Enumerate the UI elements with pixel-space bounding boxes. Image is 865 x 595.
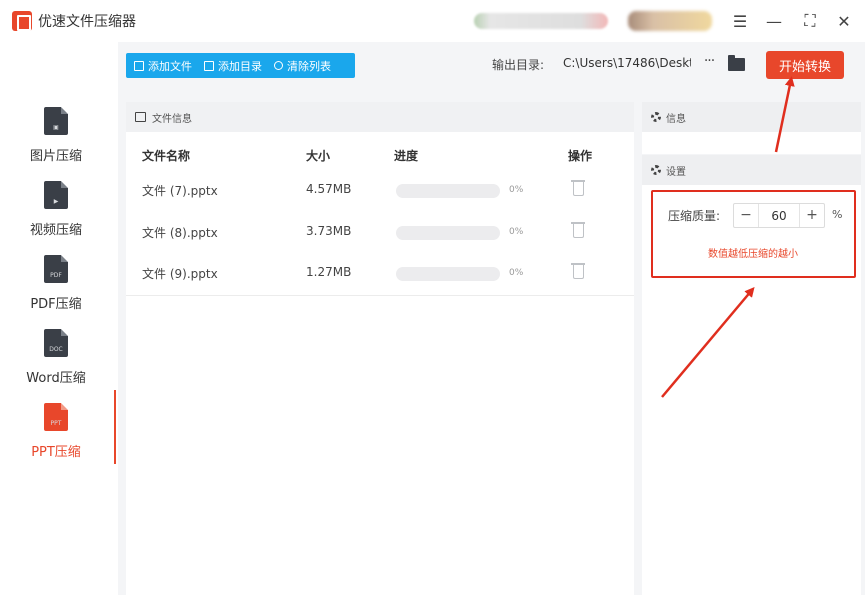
sidebar-item-pdf[interactable]: PDF PDF压缩 — [0, 255, 112, 325]
file-toolbar: 添加文件 添加目录 清除列表 — [126, 53, 355, 78]
output-dir-label: 输出目录: — [492, 58, 545, 72]
file-name: 文件 (9).pptx — [142, 267, 218, 281]
app-logo-icon — [12, 11, 32, 31]
add-folder-button[interactable]: 添加目录 — [204, 58, 262, 74]
folder-outline-icon — [204, 60, 214, 71]
file-name: 文件 (8).pptx — [142, 226, 218, 240]
sidebar-item-label: PDF压缩 — [30, 297, 82, 312]
more-icon[interactable]: ··· — [701, 53, 717, 73]
video-file-icon: ▶ — [44, 181, 68, 209]
minimize-icon[interactable]: — — [763, 10, 785, 32]
progress-text: 0% — [509, 268, 524, 278]
sidebar-item-label: Word压缩 — [26, 371, 86, 386]
column-header-action: 操作 — [568, 149, 593, 163]
clear-icon — [274, 61, 283, 70]
menu-icon[interactable]: ☰ — [729, 10, 751, 32]
sidebar-item-label: 图片压缩 — [29, 149, 82, 164]
user-avatar-blurred[interactable] — [628, 11, 712, 31]
file-name: 文件 (7).pptx — [142, 184, 218, 198]
progress-text: 0% — [509, 185, 524, 195]
pdf-file-icon: PDF — [44, 255, 68, 283]
progress-bar — [396, 226, 500, 240]
progress-bar — [396, 267, 500, 281]
open-folder-icon[interactable] — [728, 55, 745, 71]
column-header-size: 大小 — [306, 149, 331, 163]
add-file-icon — [134, 60, 144, 71]
output-dir-path[interactable]: C:\Users\17486\Deskto — [563, 56, 691, 70]
gear-icon — [651, 112, 661, 122]
user-info-blurred[interactable] — [474, 13, 608, 29]
gear-icon — [651, 165, 661, 175]
sidebar-item-video[interactable]: ▶ 视频压缩 — [0, 181, 112, 251]
word-file-icon: DOC — [44, 329, 68, 357]
info-panel-body — [642, 132, 861, 154]
trash-icon[interactable] — [571, 263, 585, 279]
sidebar-active-indicator — [114, 390, 116, 464]
title-bar: 优速文件压缩器 ☰ — ⛶ ✕ — [0, 0, 865, 42]
app-title: 优速文件压缩器 — [38, 14, 136, 30]
table-row: 文件 (8).pptx 3.73MB 0% — [126, 212, 634, 253]
table-row: 文件 (7).pptx 4.57MB 0% — [126, 170, 634, 211]
sidebar-item-word[interactable]: DOC Word压缩 — [0, 329, 112, 399]
image-file-icon: ▣ — [44, 107, 68, 135]
progress-text: 0% — [509, 227, 524, 237]
column-header-name: 文件名称 — [142, 149, 191, 163]
sidebar-item-label: 视频压缩 — [29, 223, 82, 238]
add-file-button[interactable]: 添加文件 — [134, 58, 192, 74]
divider — [126, 295, 634, 296]
table-row: 文件 (9).pptx 1.27MB 0% — [126, 253, 634, 294]
file-info-icon — [135, 112, 146, 122]
info-panel-header: 信息 — [642, 102, 861, 132]
trash-icon[interactable] — [571, 180, 585, 196]
file-size: 4.57MB — [306, 182, 352, 196]
close-icon[interactable]: ✕ — [833, 10, 855, 32]
progress-bar — [396, 184, 500, 198]
file-size: 3.73MB — [306, 224, 352, 238]
file-size: 1.27MB — [306, 265, 352, 279]
file-panel: 文件信息 文件名称 大小 进度 操作 文件 (7).pptx 4.57MB 0%… — [126, 102, 634, 595]
sidebar-item-ppt[interactable]: PPT PPT压缩 — [0, 403, 112, 473]
clear-list-button[interactable]: 清除列表 — [274, 58, 331, 74]
trash-icon[interactable] — [571, 222, 585, 238]
sidebar-item-image[interactable]: ▣ 图片压缩 — [0, 107, 112, 177]
column-header-progress: 进度 — [394, 149, 419, 163]
sidebar-item-label: PPT压缩 — [31, 445, 81, 460]
ppt-file-icon: PPT — [44, 403, 68, 431]
start-convert-button[interactable]: 开始转换 — [766, 51, 844, 79]
maximize-icon[interactable]: ⛶ — [799, 10, 821, 32]
annotation-highlight-box — [651, 190, 856, 278]
file-panel-header: 文件信息 — [126, 102, 634, 132]
settings-panel-header: 设置 — [642, 155, 861, 185]
